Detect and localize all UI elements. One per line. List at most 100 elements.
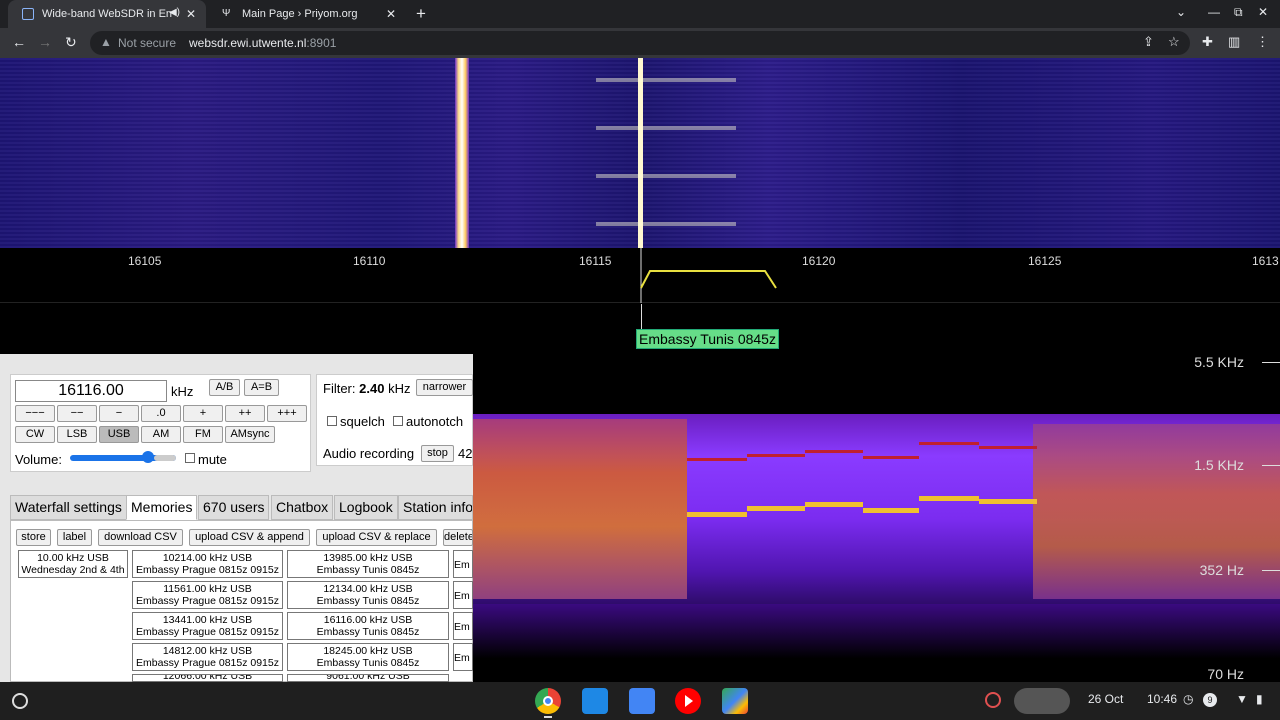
warning-icon[interactable]: ▲	[100, 35, 112, 49]
not-secure-label[interactable]: Not secure	[118, 36, 176, 50]
record-icon[interactable]	[985, 692, 1001, 708]
play-store-app-icon[interactable]	[722, 688, 748, 714]
memory-frequency: 9061.00 kHz USB	[326, 674, 410, 682]
clock-text[interactable]: 10:46	[1147, 692, 1177, 706]
memory-entry[interactable]: 13441.00 kHz USB Embassy Prague 0815z 091…	[132, 612, 283, 640]
mode-fm-button[interactable]: FM	[183, 426, 223, 443]
volume-slider[interactable]	[70, 451, 176, 463]
memory-entry[interactable]: Em	[453, 612, 473, 640]
frequency-input[interactable]: 16116.00	[15, 380, 167, 402]
audio-recording-label: Audio recording	[323, 446, 415, 461]
speaker-icon[interactable]: ◀)	[169, 7, 180, 18]
chevron-down-icon[interactable]: ⌄	[1176, 5, 1186, 19]
memory-entry[interactable]: 16116.00 kHz USB Embassy Tunis 0845z	[287, 612, 449, 640]
sidepanel-icon[interactable]: ▥	[1228, 34, 1240, 50]
station-label[interactable]: Embassy Tunis 0845z	[636, 329, 779, 349]
close-tab-icon[interactable]: ✕	[386, 7, 396, 21]
mute-label: mute	[198, 452, 227, 467]
memory-frequency: 14812.00 kHz USB	[162, 645, 253, 657]
a-equals-b-button[interactable]: A=B	[244, 379, 279, 396]
launcher-icon[interactable]	[12, 693, 28, 709]
mode-usb-button[interactable]: USB	[99, 426, 139, 443]
tab-users[interactable]: 670 users	[198, 495, 270, 520]
wifi-icon[interactable]: ▼	[1236, 692, 1248, 706]
new-tab-icon[interactable]: +	[416, 4, 426, 24]
ab-button[interactable]: A/B	[209, 379, 240, 396]
tab-waterfall-settings[interactable]: Waterfall settings	[10, 495, 127, 520]
memory-entry[interactable]: Em	[453, 643, 473, 671]
mode-cw-button[interactable]: CW	[15, 426, 55, 443]
bookmark-star-icon[interactable]: ☆	[1168, 34, 1180, 50]
memory-entry[interactable]: Em	[453, 550, 473, 578]
step-up-3-button[interactable]: +++	[267, 405, 307, 422]
label-button[interactable]: label	[57, 529, 92, 546]
memory-entry[interactable]: 18245.00 kHz USB Embassy Tunis 0845z	[287, 643, 449, 671]
memory-entry[interactable]: 13985.00 kHz USB Embassy Tunis 0845z	[287, 550, 449, 578]
step-down-3-button[interactable]: −−−	[15, 405, 55, 422]
share-icon[interactable]: ⇪	[1143, 34, 1154, 50]
date-text[interactable]: 26 Oct	[1088, 692, 1123, 706]
memory-entry[interactable]: 10214.00 kHz USB Embassy Prague 0815z 091…	[132, 550, 283, 578]
memory-name: Em	[454, 621, 470, 633]
tab-logbook[interactable]: Logbook	[334, 495, 398, 520]
passband-indicator[interactable]	[0, 248, 1280, 303]
memory-name: Em	[454, 590, 470, 602]
youtube-app-icon[interactable]	[675, 688, 701, 714]
memory-entry[interactable]: 10.00 kHz USB Wednesday 2nd & 4th	[18, 550, 128, 578]
frequency-scale[interactable]: 16105 16110 16115 16120 16125 1613	[0, 248, 1280, 303]
memory-entry[interactable]: 12066.00 kHz USB	[132, 674, 283, 682]
maximize-icon[interactable]: ⧉	[1234, 5, 1243, 20]
narrower-button[interactable]: narrower	[416, 379, 473, 396]
memory-entry[interactable]: Em	[453, 581, 473, 609]
close-window-icon[interactable]: ✕	[1258, 5, 1268, 19]
waterfall-display[interactable]	[0, 58, 1280, 248]
upload-csv-append-button[interactable]: upload CSV & append	[189, 529, 310, 546]
tab-priyom[interactable]: Ψ Main Page › Priyom.org ✕	[208, 0, 406, 28]
toolbar: ← → ↻ ▲ Not secure websdr.ewi.utwente.nl…	[0, 28, 1280, 58]
back-icon[interactable]: ←	[12, 34, 26, 50]
round-button[interactable]: .0	[141, 405, 181, 422]
close-tab-icon[interactable]: ✕	[186, 7, 196, 21]
step-up-1-button[interactable]: +	[183, 405, 223, 422]
forward-icon[interactable]: →	[38, 34, 52, 50]
mode-am-button[interactable]: AM	[141, 426, 181, 443]
step-up-2-button[interactable]: ++	[225, 405, 265, 422]
chrome-app-icon[interactable]	[535, 688, 561, 714]
memory-entry[interactable]: 14812.00 kHz USB Embassy Prague 0815z 091…	[132, 643, 283, 671]
delete-button[interactable]: delete	[443, 529, 473, 546]
store-button[interactable]: store	[16, 529, 51, 546]
memory-entry[interactable]: 12134.00 kHz USB Embassy Tunis 0845z	[287, 581, 449, 609]
tab-websdr[interactable]: Wide-band WebSDR in Ensch ◀) ✕	[8, 0, 206, 28]
step-down-2-button[interactable]: −−	[57, 405, 97, 422]
memory-frequency: 10.00 kHz USB	[37, 552, 109, 564]
step-down-1-button[interactable]: −	[99, 405, 139, 422]
volume-knob[interactable]	[142, 451, 154, 463]
docs-app-icon[interactable]	[629, 688, 655, 714]
reload-icon[interactable]: ↻	[65, 34, 77, 51]
extensions-icon[interactable]: ✚	[1202, 34, 1213, 50]
tab-station-info[interactable]: Station info	[398, 495, 473, 520]
mode-lsb-button[interactable]: LSB	[57, 426, 97, 443]
squelch-checkbox[interactable]	[327, 416, 337, 426]
memory-frequency: 12066.00 kHz USB	[162, 674, 253, 682]
battery-icon[interactable]: ▮	[1256, 692, 1263, 706]
memory-entry[interactable]: 9061.00 kHz USB	[287, 674, 449, 682]
mute-checkbox[interactable]	[185, 453, 195, 463]
menu-icon[interactable]: ⋮	[1256, 34, 1269, 50]
stop-button[interactable]: stop	[421, 445, 454, 462]
dnd-icon[interactable]: ◷	[1183, 692, 1193, 706]
minimize-icon[interactable]: —	[1208, 5, 1220, 19]
mode-amsync-button[interactable]: AMsync	[225, 426, 275, 443]
upload-csv-replace-button[interactable]: upload CSV & replace	[316, 529, 437, 546]
autonotch-checkbox[interactable]	[393, 416, 403, 426]
files-app-icon[interactable]	[582, 688, 608, 714]
autonotch-label: autonotch	[406, 414, 464, 429]
memory-name: Embassy Tunis 0845z	[316, 595, 420, 607]
address-bar[interactable]: ▲ Not secure websdr.ewi.utwente.nl:8901	[90, 31, 1190, 55]
memory-entry[interactable]: 11561.00 kHz USB Embassy Prague 0815z 091…	[132, 581, 283, 609]
tab-memories[interactable]: Memories	[126, 495, 198, 520]
download-csv-button[interactable]: download CSV	[98, 529, 183, 546]
notification-badge[interactable]: 9	[1203, 693, 1217, 707]
tab-chatbox[interactable]: Chatbox	[271, 495, 334, 520]
tray-preview[interactable]	[1014, 688, 1070, 714]
